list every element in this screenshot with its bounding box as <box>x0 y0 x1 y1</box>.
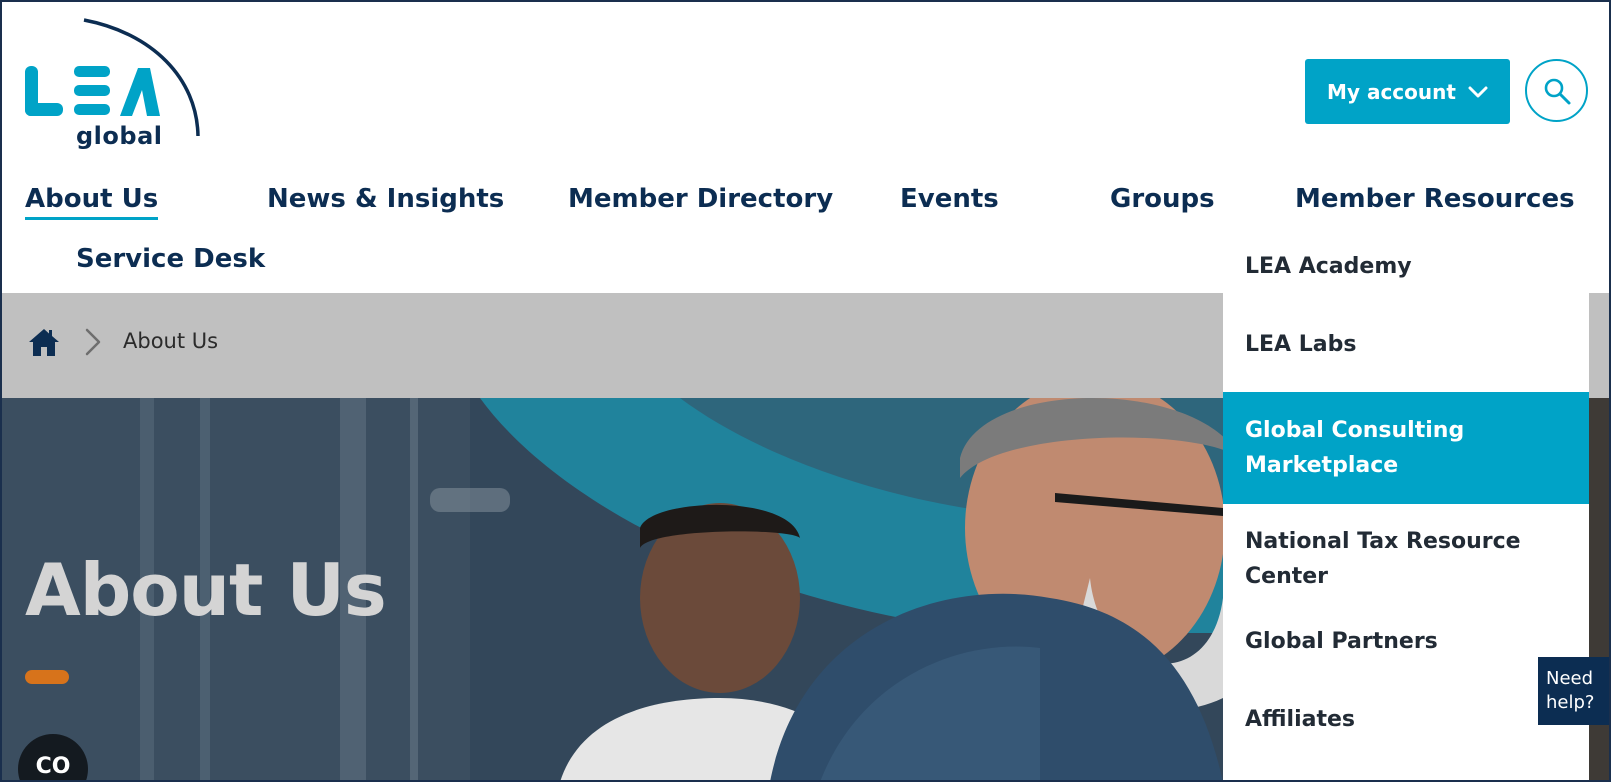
nav-item-member-directory[interactable]: Member Directory <box>568 184 833 214</box>
need-help-button[interactable]: Need help? <box>1538 657 1611 725</box>
dropdown-item-national-tax-resource-center[interactable]: National Tax Resource Center <box>1223 524 1589 594</box>
chevron-right-icon <box>85 328 101 356</box>
member-resources-dropdown: LEA Academy LEA Labs Global Consulting M… <box>1223 239 1589 782</box>
nav-item-events[interactable]: Events <box>900 184 999 214</box>
hero-accent-bar <box>25 670 69 684</box>
dropdown-item-lea-labs[interactable]: LEA Labs <box>1223 327 1589 362</box>
logo-subtitle: global <box>76 122 163 150</box>
search-icon <box>1544 78 1570 104</box>
nav-item-about-us[interactable]: About Us <box>25 184 159 220</box>
dropdown-item-global-consulting-marketplace[interactable]: Global Consulting Marketplace <box>1223 392 1589 504</box>
dropdown-item-label: Global Consulting Marketplace <box>1245 418 1465 478</box>
dropdown-item-affiliates[interactable]: Affiliates <box>1223 702 1589 737</box>
hero-title: About Us <box>25 548 387 632</box>
chevron-down-icon <box>1468 86 1488 97</box>
lea-global-logo[interactable]: global <box>22 18 212 158</box>
home-icon[interactable] <box>28 326 60 358</box>
dropdown-item-global-partners[interactable]: Global Partners <box>1223 624 1589 659</box>
nav-item-groups[interactable]: Groups <box>1110 184 1215 214</box>
my-account-button[interactable]: My account <box>1305 59 1510 124</box>
closed-caption-icon: CO <box>35 754 71 779</box>
dropdown-item-label: National Tax Resource Center <box>1245 529 1521 589</box>
search-button[interactable] <box>1525 59 1588 122</box>
need-help-label: Need help? <box>1546 668 1595 713</box>
my-account-label: My account <box>1327 79 1456 104</box>
nav-item-member-resources[interactable]: Member Resources <box>1295 184 1575 214</box>
breadcrumb-current: About Us <box>123 329 219 353</box>
dropdown-item-lea-academy[interactable]: LEA Academy <box>1223 249 1589 284</box>
nav-item-news-insights[interactable]: News & Insights <box>267 184 504 214</box>
nav-item-service-desk[interactable]: Service Desk <box>76 244 265 274</box>
